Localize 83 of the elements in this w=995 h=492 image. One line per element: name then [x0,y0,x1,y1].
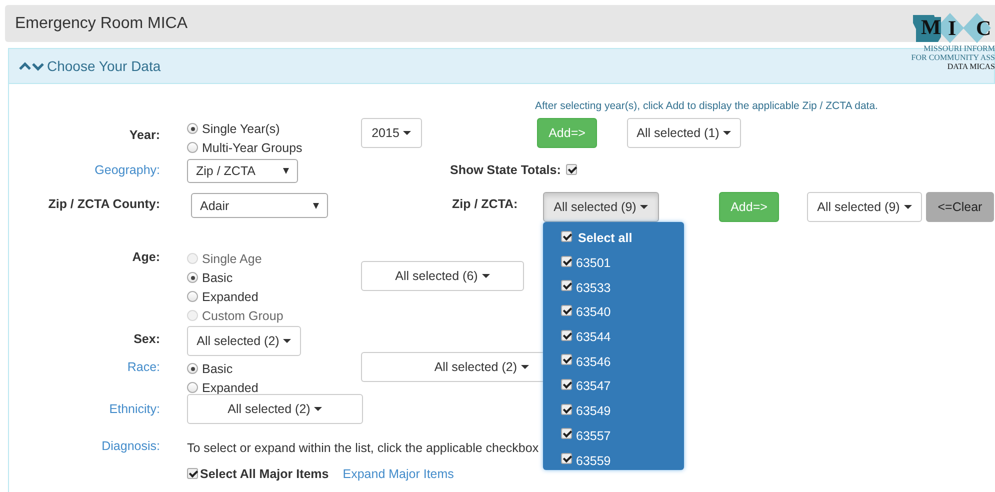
zcta-dropdown[interactable]: All selected (9) [543,192,659,222]
radio-label: Single Year(s) [202,122,280,136]
clear-button[interactable]: <=Clear [926,192,994,222]
logo-letter: I [948,17,956,39]
logo-text: DATA MICAS [947,62,995,71]
menu-item[interactable]: 63546 [576,354,611,369]
year-dropdown[interactable]: 2015 [361,118,422,148]
menu-item[interactable]: 63559 [576,454,611,468]
field-label: Zip / ZCTA: [452,197,519,211]
radio-label: Expanded [202,380,258,394]
selection-dropdown[interactable]: All selected (9) [807,192,922,222]
expand-link[interactable]: Expand Major Items [342,467,454,481]
radio-label: Single Age [202,252,262,266]
checkbox[interactable] [561,280,572,292]
checkbox[interactable] [561,428,572,440]
radio-button[interactable] [187,142,198,153]
checkbox[interactable] [561,453,572,464]
county-select[interactable]: Adair [191,193,328,218]
radio-label: Multi-Year Groups [202,140,302,154]
sex-dropdown[interactable]: All selected (2) [187,326,301,356]
menu-item[interactable]: 63533 [576,280,611,295]
note-text: After selecting year(s), click Add to display the applicable Zip / ZCTA data. [535,100,879,114]
checkbox-label: Select All Major Items [200,467,329,481]
caret-icon [283,339,292,343]
radio-label: Expanded [202,290,258,304]
radio-label: Custom Group [202,308,284,322]
chevron-down-icon [32,62,44,70]
checkbox[interactable] [561,330,572,341]
selection-dropdown[interactable]: All selected (1) [627,118,741,148]
logo-letter: C [976,17,992,39]
age-dropdown[interactable]: All selected (6) [361,261,524,291]
radio-button[interactable] [187,291,198,302]
field-label: Age: [131,250,160,264]
field-label: Sex: [132,332,160,346]
field-label[interactable]: Geography: [9,163,160,177]
menu-item[interactable]: 63544 [576,330,611,344]
caret-icon [482,274,490,278]
caret-icon [904,205,912,209]
radio-button[interactable] [187,382,198,393]
radio-button[interactable] [187,272,198,283]
add-button[interactable]: Add=> [537,118,597,148]
radio-button[interactable] [187,363,198,374]
menu-item[interactable]: Select all [578,231,632,246]
checkbox[interactable] [566,164,577,175]
field-label: Year: [128,128,160,142]
race-dropdown[interactable]: All selected (2) [361,352,543,382]
checkbox[interactable] [561,230,572,242]
checkbox[interactable] [561,256,572,267]
field-label[interactable]: Diagnosis: [9,439,160,453]
menu-item[interactable]: 63557 [576,428,611,443]
field-label: Show State Totals: [450,163,561,177]
menu-item[interactable]: 63547 [576,379,611,394]
checkbox[interactable] [561,378,572,390]
chevron-up-icon [19,62,31,70]
logo-letter: M [921,17,941,37]
field-label: Zip / ZCTA County: [47,197,160,211]
radio-label: Basic [202,270,233,284]
menu-item[interactable]: 63540 [576,305,611,320]
panel-title: Choose Your Data [47,58,161,74]
ethnicity-dropdown[interactable]: All selected (2) [187,394,363,424]
checkbox[interactable] [187,468,198,478]
checkbox[interactable] [561,354,572,366]
caret-icon [403,131,412,135]
radio-button[interactable] [187,123,198,134]
page-title: Emergency Room MICA [15,14,188,32]
radio-label: Basic [202,362,233,376]
checkbox[interactable] [561,404,572,415]
caret-icon [313,202,319,208]
field-label[interactable]: Race: [9,360,160,374]
caret-icon [314,407,322,411]
caret-icon [723,131,732,135]
logo-text: FOR COMMUNITY ASS [911,53,995,62]
caret-icon [521,365,529,369]
diamond-icon [963,13,991,43]
caret-icon [640,205,648,209]
checkbox[interactable] [561,304,572,316]
caret-icon [283,168,289,174]
add-button[interactable]: Add=> [719,192,779,222]
field-label[interactable]: Ethnicity: [9,402,160,416]
instruction-text: To select or expand within the list, click the applicable checkbox [187,441,539,455]
menu-item[interactable]: 63549 [576,404,611,418]
geography-select[interactable]: Zip / ZCTA [187,159,298,183]
menu-item[interactable]: 63501 [576,256,611,270]
